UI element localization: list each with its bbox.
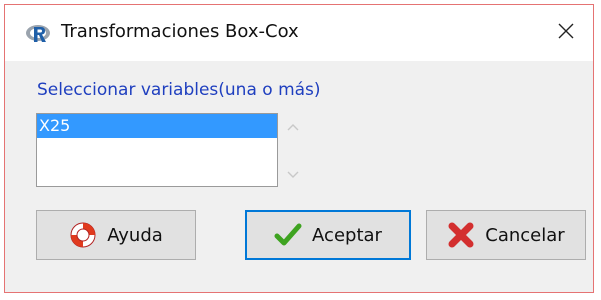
list-item[interactable] — [37, 162, 277, 186]
cancel-button[interactable]: Cancelar — [426, 210, 586, 260]
listbox-scrollbar[interactable] — [278, 113, 308, 187]
title-bar: Transformaciones Box-Cox — [5, 5, 593, 61]
close-icon — [558, 23, 574, 43]
list-item[interactable] — [37, 138, 277, 162]
checkmark-icon — [274, 221, 302, 249]
ok-button-label: Aceptar — [312, 224, 382, 246]
scroll-down-icon[interactable] — [282, 167, 304, 183]
variables-listbox[interactable]: X25 — [36, 113, 278, 187]
lifebuoy-icon — [69, 221, 97, 249]
dialog-title: Transformaciones Box-Cox — [61, 21, 299, 42]
list-item[interactable]: X25 — [37, 114, 277, 138]
scroll-up-icon[interactable] — [282, 119, 304, 135]
cancel-button-label: Cancelar — [485, 224, 565, 246]
variables-label: Seleccionar variables(una o más) — [37, 80, 321, 100]
help-button-label: Ayuda — [107, 224, 163, 246]
red-x-icon — [447, 221, 475, 249]
r-logo-icon — [25, 23, 51, 45]
dialog-window: Transformaciones Box-Cox Seleccionar var… — [4, 4, 594, 293]
close-button[interactable] — [543, 13, 589, 53]
help-button[interactable]: Ayuda — [36, 210, 196, 260]
ok-button[interactable]: Aceptar — [245, 210, 411, 260]
